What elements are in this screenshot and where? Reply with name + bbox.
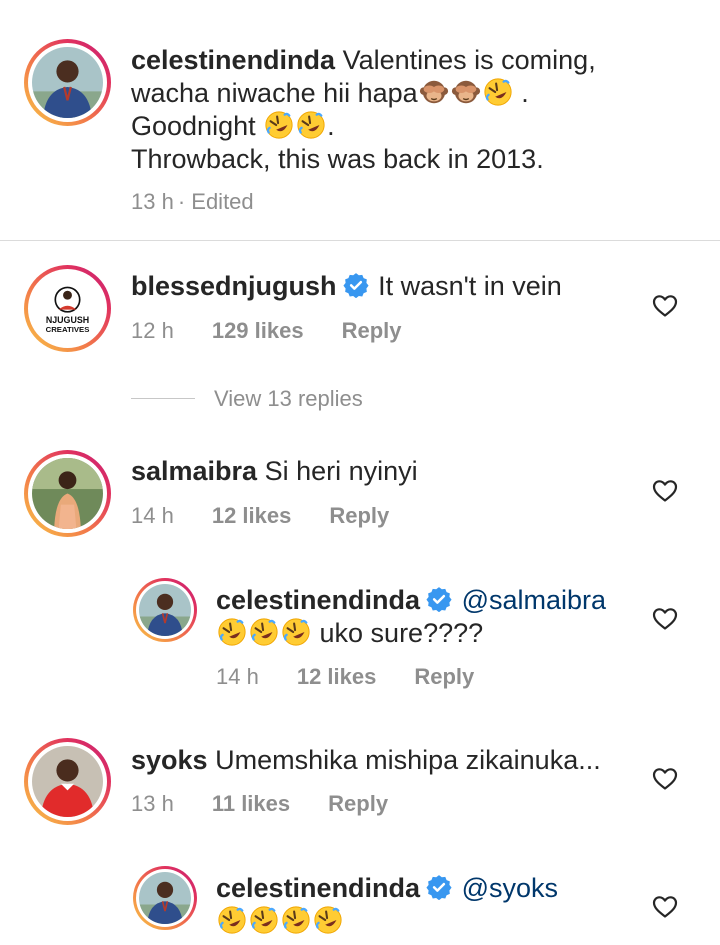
reply-button[interactable]: Reply — [328, 791, 388, 816]
caption-username[interactable]: celestinendinda — [131, 45, 335, 75]
rolling-on-floor-laughing-emoji — [313, 905, 343, 935]
rolling-on-floor-laughing-emoji — [249, 617, 279, 647]
mention-link[interactable]: @syoks — [462, 873, 558, 903]
comment-meta: 14 h 12 likes Reply — [131, 503, 427, 529]
timestamp: 14 h — [131, 503, 174, 528]
rolling-on-floor-laughing-emoji — [264, 110, 294, 140]
comment-meta: 14 h 12 likes Reply — [216, 664, 512, 690]
avatar[interactable] — [24, 738, 111, 825]
comment-username[interactable]: blessednjugush — [131, 271, 337, 301]
likes-count[interactable]: 12 likes — [212, 503, 292, 528]
profile-photo — [32, 458, 103, 529]
heart-outline-icon[interactable] — [652, 607, 678, 631]
reply-button[interactable]: Reply — [329, 503, 389, 528]
timestamp: 13 h — [131, 791, 174, 816]
caption-period: . — [521, 78, 529, 108]
heart-outline-icon[interactable] — [652, 895, 678, 919]
caption-period: . — [327, 111, 335, 141]
comment-text: salmaibra Si heri nyinyi — [131, 455, 418, 488]
profile-photo — [32, 47, 103, 118]
caption-line: wacha niwache hii hapa — [131, 78, 418, 108]
reply-button[interactable]: Reply — [414, 664, 474, 689]
reply-button[interactable]: Reply — [342, 318, 402, 343]
comment-text: blessednjugush It wasn't in vein — [131, 270, 562, 303]
comment-text: syoks Umemshika mishipa zikainuka... — [131, 744, 601, 777]
replies-line — [131, 398, 195, 399]
timestamp: 14 h — [216, 664, 259, 689]
reply-text: celestinendinda @salmaibra uko sure???? — [216, 584, 606, 650]
heart-outline-icon[interactable] — [652, 767, 678, 791]
mention-link[interactable]: @salmaibra — [462, 585, 606, 615]
comment-body: It wasn't in vein — [378, 271, 562, 301]
rolling-on-floor-laughing-emoji — [281, 905, 311, 935]
rolling-on-floor-laughing-emoji — [217, 905, 247, 935]
comment-username[interactable]: celestinendinda — [216, 873, 420, 903]
verified-badge-icon — [343, 272, 369, 298]
heart-outline-icon[interactable] — [652, 294, 678, 318]
reply-text: celestinendinda @syoks — [216, 872, 558, 938]
avatar[interactable] — [24, 39, 111, 126]
comment-username[interactable]: syoks — [131, 745, 208, 775]
svg-text:NJUGUSH: NJUGUSH — [46, 315, 89, 325]
svg-text:CREATIVES: CREATIVES — [46, 325, 90, 334]
comment-body: uko sure???? — [319, 618, 484, 648]
likes-count[interactable]: 129 likes — [212, 318, 304, 343]
avatar[interactable] — [24, 450, 111, 537]
avatar[interactable]: NJUGUSH CREATIVES — [24, 265, 111, 352]
verified-badge-icon — [426, 874, 452, 900]
comment-username[interactable]: celestinendinda — [216, 585, 420, 615]
verified-badge-icon — [426, 586, 452, 612]
comment-username[interactable]: salmaibra — [131, 456, 257, 486]
likes-count[interactable]: 11 likes — [212, 791, 290, 816]
see-no-evil-monkey-emoji — [451, 77, 481, 107]
rolling-on-floor-laughing-emoji — [217, 617, 247, 647]
caption-line: Throwback, this was back in 2013. — [131, 144, 544, 174]
likes-count[interactable]: 12 likes — [297, 664, 377, 689]
caption-text: celestinendinda Valentines is coming, wa… — [131, 44, 691, 176]
caption-line: Goodnight — [131, 111, 256, 141]
comment-meta: 12 h 129 likes Reply — [131, 318, 440, 344]
caption-meta: 13 h · Edited — [131, 189, 292, 215]
comment-body: Si heri nyinyi — [264, 456, 418, 486]
rolling-on-floor-laughing-emoji — [249, 905, 279, 935]
rolling-on-floor-laughing-emoji — [483, 77, 513, 107]
avatar[interactable] — [133, 866, 197, 930]
avatar[interactable] — [133, 578, 197, 642]
profile-photo — [139, 584, 191, 636]
profile-photo — [139, 872, 191, 924]
timestamp: 13 h — [131, 189, 174, 214]
rolling-on-floor-laughing-emoji — [281, 617, 311, 647]
timestamp: 12 h — [131, 318, 174, 343]
comment-body: Umemshika mishipa zikainuka... — [215, 745, 601, 775]
comment-meta: 13 h 11 likes Reply — [131, 791, 426, 817]
heart-outline-icon[interactable] — [652, 479, 678, 503]
edited-label: · Edited — [177, 189, 254, 214]
profile-photo — [32, 746, 103, 817]
profile-photo: NJUGUSH CREATIVES — [32, 273, 103, 344]
rolling-on-floor-laughing-emoji — [296, 110, 326, 140]
see-no-evil-monkey-emoji — [419, 77, 449, 107]
divider — [0, 240, 720, 241]
caption-line: Valentines is coming, — [342, 45, 596, 75]
view-replies-button[interactable]: View 13 replies — [214, 386, 363, 412]
